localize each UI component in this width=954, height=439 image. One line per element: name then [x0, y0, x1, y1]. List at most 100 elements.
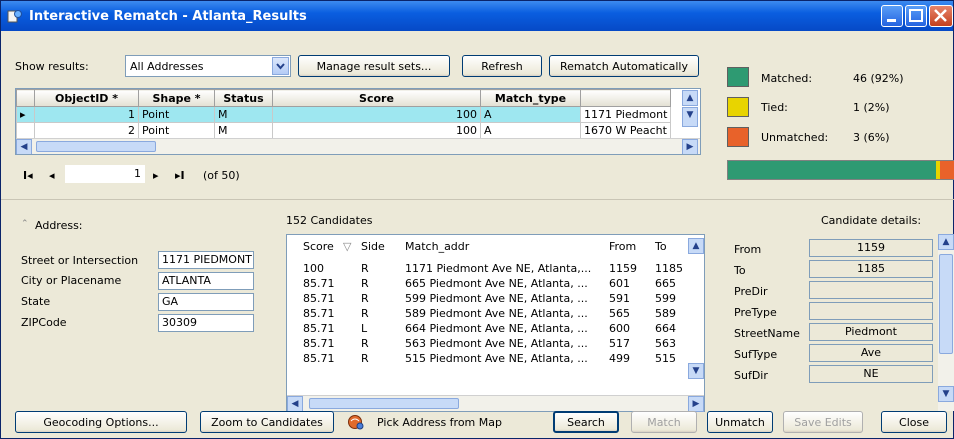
rematch-automatically-button[interactable]: Rematch Automatically [549, 55, 699, 77]
candidate-match-addr: 665 Piedmont Ave NE, Atlanta, ... [405, 277, 588, 290]
cell-match-type[interactable]: A [480, 106, 581, 123]
state-input[interactable]: GA [158, 293, 254, 311]
prev-record-icon[interactable]: ◂ [49, 169, 55, 182]
pick-address-from-map-button[interactable]: Pick Address from Map [347, 411, 527, 433]
list-item[interactable]: 100 R 1171 Piedmont Ave NE, Atlanta,... 115… [287, 262, 687, 276]
close-window-button[interactable] [929, 5, 953, 27]
scroll-down-icon[interactable]: ▼ [938, 386, 954, 402]
collapse-icon[interactable]: ⌃ [21, 219, 29, 229]
scroll-down-icon[interactable]: ▼ [682, 107, 698, 127]
col-header-side[interactable]: Side [361, 240, 385, 253]
tied-label: Tied: [761, 101, 788, 114]
search-button[interactable]: Search [553, 411, 619, 433]
list-item[interactable]: 85.71 L 664 Piedmont Ave NE, Atlanta, ... 6… [287, 322, 687, 336]
chevron-down-icon[interactable] [272, 57, 289, 75]
scroll-up-icon[interactable]: ▲ [938, 234, 954, 250]
candidate-to: 664 [655, 322, 676, 335]
scroll-right-icon[interactable]: ▶ [682, 139, 698, 154]
geocoding-options-button[interactable]: Geocoding Options... [15, 411, 187, 433]
col-header-match-addr[interactable]: Match_addr [405, 240, 469, 253]
col-header-extra[interactable] [579, 89, 672, 107]
state-label: State [21, 295, 51, 308]
cell-score[interactable]: 100 [272, 106, 481, 123]
col-header-match-type[interactable]: Match_type [480, 89, 581, 107]
cell-shape[interactable]: Point [138, 106, 215, 123]
scroll-thumb[interactable] [36, 141, 156, 152]
table-row[interactable]: 2 Point M 100 A 1670 W Peacht [16, 122, 672, 139]
candidates-header-row: Score ▽ Side Match_addr From To [287, 240, 687, 254]
zipcode-input[interactable]: 30309 [158, 314, 254, 332]
next-record-icon[interactable]: ▸ [153, 169, 159, 182]
candidate-to: 563 [655, 337, 676, 350]
detail-label: SufDir [734, 369, 768, 382]
list-item[interactable]: 85.71 R 665 Piedmont Ave NE, Atlanta, ... 6… [287, 277, 687, 291]
maximize-button[interactable] [905, 5, 927, 27]
detail-label: StreetName [734, 327, 800, 340]
street-label: Street or Intersection [21, 254, 139, 267]
detail-value [809, 302, 933, 320]
row-selector[interactable]: ▸ [16, 106, 35, 123]
first-record-icon[interactable]: I◂ [23, 169, 33, 182]
detail-value: 1159 [809, 239, 933, 257]
show-results-value: All Addresses [130, 60, 204, 73]
cell-match-addr[interactable]: 1670 W Peacht [579, 122, 672, 139]
manage-result-sets-button[interactable]: Manage result sets... [298, 55, 450, 77]
cell-score[interactable]: 100 [272, 122, 481, 139]
last-record-icon[interactable]: ▸I [175, 169, 185, 182]
scroll-up-icon[interactable]: ▲ [688, 238, 704, 254]
row-selector[interactable] [16, 122, 35, 139]
col-header-to[interactable]: To [655, 240, 667, 253]
list-item[interactable]: 85.71 R 515 Piedmont Ave NE, Atlanta, ... 4… [287, 352, 687, 366]
candidate-score: 85.71 [303, 322, 335, 335]
zoom-to-candidates-button[interactable]: Zoom to Candidates [200, 411, 334, 433]
horizontal-scrollbar[interactable]: ◀ ▶ [287, 395, 704, 412]
scroll-up-icon[interactable]: ▲ [682, 90, 698, 106]
cell-status[interactable]: M [214, 106, 273, 123]
candidate-side: R [361, 292, 369, 305]
horizontal-scrollbar[interactable]: ◀ ▶ [16, 138, 700, 154]
unmatch-button[interactable]: Unmatch [707, 411, 773, 433]
col-header-status[interactable]: Status [214, 89, 273, 107]
save-edits-button[interactable]: Save Edits [783, 411, 863, 433]
unmatched-swatch [727, 127, 749, 147]
list-item[interactable]: 85.71 R 563 Piedmont Ave NE, Atlanta, ... 5… [287, 337, 687, 351]
scroll-left-icon[interactable]: ◀ [287, 396, 303, 412]
scroll-left-icon[interactable]: ◀ [16, 139, 32, 154]
street-input[interactable]: 1171 PIEDMONT [158, 251, 254, 269]
city-label: City or Placename [21, 274, 122, 287]
title-bar[interactable]: Interactive Rematch - Atlanta_Results [1, 1, 953, 31]
cell-match-addr[interactable]: 1171 Piedmont [579, 106, 672, 123]
scroll-thumb[interactable] [939, 254, 953, 354]
show-results-select[interactable]: All Addresses [125, 55, 291, 77]
detail-label: From [734, 243, 762, 256]
candidate-score: 85.71 [303, 307, 335, 320]
cell-objectid[interactable]: 2 [34, 122, 139, 139]
cell-shape[interactable]: Point [138, 122, 215, 139]
list-item[interactable]: 85.71 R 599 Piedmont Ave NE, Atlanta, ... 5… [287, 292, 687, 306]
col-header-score[interactable]: Score [272, 89, 481, 107]
refresh-button[interactable]: Refresh [462, 55, 542, 77]
match-button[interactable]: Match [631, 411, 697, 433]
col-header-shape[interactable]: Shape * [138, 89, 215, 107]
candidate-side: R [361, 337, 369, 350]
scroll-thumb[interactable] [309, 398, 459, 409]
candidates-list[interactable]: Score ▽ Side Match_addr From To 100 R 1171… [286, 234, 705, 412]
record-number-input[interactable]: 1 [65, 165, 145, 183]
cell-status[interactable]: M [214, 122, 273, 139]
minimize-icon [887, 19, 896, 22]
scroll-right-icon[interactable]: ▶ [688, 396, 704, 412]
city-input[interactable]: ATLANTA [158, 272, 254, 290]
col-header-from[interactable]: From [609, 240, 636, 253]
cell-match-type[interactable]: A [480, 122, 581, 139]
results-table[interactable]: ObjectID * Shape * Status Score Match_ty… [15, 88, 701, 155]
cell-objectid[interactable]: 1 [34, 106, 139, 123]
candidate-score: 85.71 [303, 352, 335, 365]
close-button[interactable]: Close [881, 411, 947, 433]
col-header-score[interactable]: Score [303, 240, 334, 253]
scroll-down-icon[interactable]: ▼ [688, 363, 704, 379]
details-vertical-scrollbar[interactable]: ▲ ▼ [938, 234, 954, 411]
list-item[interactable]: 85.71 R 589 Piedmont Ave NE, Atlanta, ... 5… [287, 307, 687, 321]
col-header-objectid[interactable]: ObjectID * [34, 89, 139, 107]
minimize-button[interactable] [881, 5, 903, 27]
table-row[interactable]: ▸ 1 Point M 100 A 1171 Piedmont [16, 106, 672, 123]
